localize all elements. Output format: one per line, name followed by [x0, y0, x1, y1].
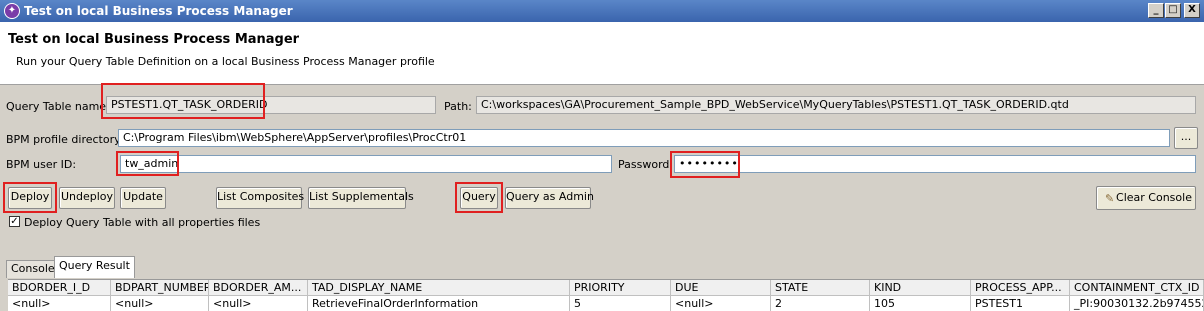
list-composites-button[interactable]: List Composites — [216, 187, 304, 209]
tab-console[interactable]: Console — [6, 260, 60, 278]
table-cell[interactable]: PSTEST1 — [971, 296, 1070, 311]
column-header[interactable]: TAD_DISPLAY_NAME — [308, 280, 570, 296]
query-table-highlight — [101, 83, 265, 119]
table-cell[interactable]: <null> — [671, 296, 771, 311]
path-field[interactable]: C:\workspaces\GA\Procurement_Sample_BPD_… — [476, 96, 1196, 114]
deploy-all-label: Deploy Query Table with all properties f… — [24, 216, 261, 229]
close-button[interactable]: X — [1184, 3, 1200, 18]
password-label: Password: — [618, 158, 674, 171]
clear-console-label: Clear Console — [1116, 191, 1192, 204]
header-banner: Test on local Business Process Manager R… — [0, 22, 1204, 85]
table-cell[interactable]: RetrieveFinalOrderInformation — [308, 296, 570, 311]
window-title: Test on local Business Process Manager — [24, 4, 293, 18]
column-header[interactable]: STATE — [771, 280, 870, 296]
column-header[interactable]: DUE — [671, 280, 771, 296]
user-id-highlight — [116, 151, 179, 176]
query-as-admin-button[interactable]: Query as Admin — [505, 187, 594, 209]
user-id-label: BPM user ID: — [6, 158, 77, 171]
maximize-button[interactable]: □ — [1165, 3, 1181, 18]
page-heading: Test on local Business Process Manager — [8, 32, 300, 47]
column-header[interactable]: BDORDER_I_D — [8, 280, 111, 296]
table-cell[interactable]: 105 — [870, 296, 971, 311]
profile-dir-label: BPM profile directory: — [6, 133, 124, 146]
undeploy-button[interactable]: Undeploy — [59, 187, 115, 209]
table-cell[interactable]: <null> — [209, 296, 308, 311]
page-description: Run your Query Table Definition on a loc… — [16, 55, 435, 68]
tab-query-result[interactable]: Query Result — [54, 256, 135, 278]
table-cell[interactable]: 2 — [771, 296, 870, 311]
deploy-highlight — [3, 182, 57, 213]
column-header[interactable]: BDPART_NUMBER — [111, 280, 209, 296]
column-header[interactable]: BDORDER_AM... — [209, 280, 308, 296]
browse-button[interactable]: ... — [1174, 127, 1198, 149]
column-header[interactable]: PRIORITY — [570, 280, 671, 296]
eraser-icon: ✎ — [1105, 192, 1115, 205]
profile-dir-field[interactable]: C:\Program Files\ibm\WebSphere\AppServer… — [118, 129, 1170, 147]
query-table-label: Query Table name: — [6, 100, 110, 113]
table-cell[interactable]: 5 — [570, 296, 671, 311]
table-cell[interactable]: <null> — [8, 296, 111, 311]
column-header[interactable]: CONTAINMENT_CTX_ID — [1070, 280, 1204, 296]
path-label: Path: — [444, 100, 472, 113]
update-button[interactable]: Update — [120, 187, 166, 209]
user-id-field[interactable]: tw_admin — [120, 155, 612, 173]
column-header[interactable]: PROCESS_APP... — [971, 280, 1070, 296]
password-highlight — [670, 151, 740, 178]
list-supplementals-button[interactable]: List Supplementals — [308, 187, 414, 209]
deploy-all-checkbox[interactable]: ✓ — [9, 216, 20, 227]
minimize-button[interactable]: _ — [1148, 3, 1164, 18]
query-highlight — [455, 182, 503, 213]
window-title-bar: ✦ Test on local Business Process Manager… — [0, 0, 1204, 22]
query-result-table: BDORDER_I_D BDPART_NUMBER BDORDER_AM... … — [8, 279, 1204, 311]
table-cell[interactable]: <null> — [111, 296, 209, 311]
column-header[interactable]: KIND — [870, 280, 971, 296]
table-cell[interactable]: _PI:90030132.2b974552 — [1070, 296, 1204, 311]
password-field[interactable]: •••••••• — [674, 155, 1196, 173]
app-icon: ✦ — [4, 3, 20, 19]
clear-console-button[interactable]: ✎ Clear Console — [1096, 186, 1196, 210]
